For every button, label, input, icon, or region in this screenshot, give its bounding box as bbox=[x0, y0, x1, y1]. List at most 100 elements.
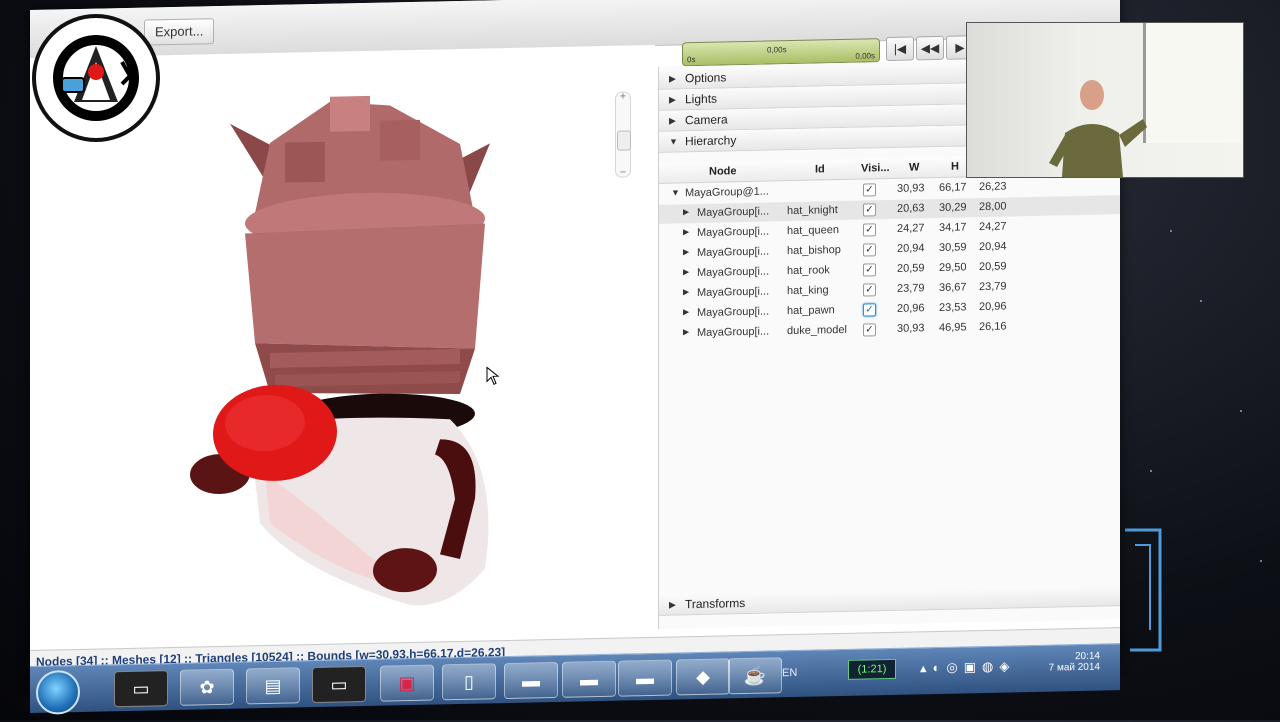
cell-node: MayaGroup[i... bbox=[697, 245, 770, 260]
screen-icon[interactable]: ▬ bbox=[504, 661, 558, 700]
cell-h: 23,53 bbox=[939, 301, 967, 314]
powerpoint-icon[interactable]: ▣ bbox=[380, 664, 434, 702]
start-button[interactable] bbox=[36, 669, 80, 715]
timeline-end: 0,00s bbox=[855, 51, 875, 61]
expand-right-icon: ▶ bbox=[669, 94, 676, 105]
cell-node: MayaGroup[i... bbox=[697, 265, 770, 280]
visible-checkbox[interactable]: ✓ bbox=[863, 303, 876, 317]
col-visible[interactable]: Visi... bbox=[861, 162, 890, 175]
cell-node: MayaGroup@1... bbox=[685, 185, 769, 200]
zoom-slider[interactable]: + − bbox=[615, 90, 631, 179]
presenter-figure bbox=[1049, 80, 1147, 177]
document-icon[interactable]: ▯ bbox=[442, 663, 496, 701]
cell-id: hat_king bbox=[787, 284, 829, 298]
cell-d: 26,16 bbox=[979, 320, 1007, 334]
expand-down-icon[interactable]: ▼ bbox=[671, 187, 680, 197]
col-w[interactable]: W bbox=[909, 161, 919, 173]
col-h[interactable]: H bbox=[951, 161, 959, 173]
visible-checkbox[interactable]: ✓ bbox=[863, 183, 876, 197]
expand-right-icon[interactable]: ▶ bbox=[683, 227, 689, 236]
section-options-label: Options bbox=[685, 70, 727, 86]
clock-date: 7 май 2014 bbox=[1048, 661, 1100, 674]
cell-id: duke_model bbox=[787, 323, 847, 338]
cell-h: 66,17 bbox=[939, 181, 967, 194]
mouse-cursor-icon bbox=[486, 366, 500, 385]
section-camera-label: Camera bbox=[685, 112, 728, 128]
visible-checkbox[interactable]: ✓ bbox=[863, 283, 876, 297]
zoom-thumb[interactable] bbox=[617, 130, 631, 151]
cell-d: 26,23 bbox=[979, 180, 1007, 194]
expand-right-icon[interactable]: ▶ bbox=[683, 207, 689, 216]
cmd-window-icon[interactable]: ▭ bbox=[114, 670, 168, 708]
presenter-video bbox=[966, 22, 1244, 178]
expand-down-icon: ▼ bbox=[669, 136, 678, 147]
cell-id: hat_rook bbox=[787, 264, 830, 278]
cell-w: 20,94 bbox=[897, 242, 925, 255]
expand-right-icon: ▶ bbox=[669, 599, 676, 610]
cell-node: MayaGroup[i... bbox=[697, 325, 770, 340]
expand-right-icon[interactable]: ▶ bbox=[683, 287, 689, 296]
cell-node: MayaGroup[i... bbox=[697, 285, 770, 300]
cell-w: 30,93 bbox=[897, 322, 925, 335]
visible-checkbox[interactable]: ✓ bbox=[863, 243, 876, 257]
section-hierarchy-label: Hierarchy bbox=[685, 133, 737, 149]
zoom-in-icon[interactable]: + bbox=[616, 90, 630, 103]
cell-node: MayaGroup[i... bbox=[697, 205, 770, 220]
cell-node: MayaGroup[i... bbox=[697, 305, 770, 320]
cell-d: 20,59 bbox=[979, 260, 1007, 274]
cell-d: 23,79 bbox=[979, 280, 1007, 294]
col-node[interactable]: Node bbox=[709, 165, 737, 178]
skip-start-icon[interactable]: |◀ bbox=[886, 36, 914, 62]
cell-w: 23,79 bbox=[897, 282, 925, 295]
java-icon[interactable]: ☕ bbox=[728, 657, 782, 695]
cell-d: 28,00 bbox=[979, 200, 1007, 214]
cell-h: 46,95 bbox=[939, 321, 967, 334]
cell-w: 30,93 bbox=[897, 182, 925, 195]
app-orange-icon[interactable]: ✿ bbox=[180, 668, 234, 706]
expand-right-icon[interactable]: ▶ bbox=[683, 267, 689, 276]
expand-right-icon: ▶ bbox=[669, 73, 676, 84]
cell-h: 36,67 bbox=[939, 281, 967, 294]
rewind-icon[interactable]: ◀◀ bbox=[916, 35, 944, 61]
expand-right-icon[interactable]: ▶ bbox=[683, 327, 689, 336]
timeline-start: 0s bbox=[687, 55, 696, 65]
nighthacker-logo bbox=[32, 14, 160, 142]
app-window: Export... 0s 0,00s 0,00s |◀ ◀◀ ▶ + − ▶ O… bbox=[30, 0, 1120, 687]
cell-h: 34,17 bbox=[939, 221, 967, 234]
taskbar-inner: ▭ ✿ ▤ ▭ ▣ ▯ ▬ ▬ ▬ ◆ ☕ EN (1:21) ▴◐◎▣◍◈ 2… bbox=[30, 643, 1120, 715]
expand-right-icon[interactable]: ▶ bbox=[683, 247, 689, 256]
cell-id: hat_knight bbox=[787, 204, 838, 218]
section-transforms-label: Transforms bbox=[685, 596, 746, 612]
tray-icons[interactable]: ▴◐◎▣◍◈ bbox=[920, 658, 1015, 676]
visible-checkbox[interactable]: ✓ bbox=[863, 203, 876, 217]
clock[interactable]: 20:14 7 май 2014 bbox=[1040, 651, 1100, 674]
circuit-decoration bbox=[1125, 528, 1162, 652]
screen-icon[interactable]: ▬ bbox=[618, 659, 672, 697]
zoom-out-icon[interactable]: − bbox=[616, 166, 630, 179]
cmd-window-icon[interactable]: ▭ bbox=[312, 665, 366, 704]
duke-mascot-icon bbox=[53, 35, 139, 121]
col-id[interactable]: Id bbox=[815, 163, 825, 175]
cell-h: 30,59 bbox=[939, 241, 967, 254]
section-lights-label: Lights bbox=[685, 91, 718, 107]
expand-right-icon[interactable]: ▶ bbox=[683, 307, 689, 316]
cell-w: 20,96 bbox=[897, 302, 925, 315]
cell-d: 20,96 bbox=[979, 300, 1007, 314]
explorer-icon[interactable]: ▤ bbox=[246, 667, 300, 705]
visible-checkbox[interactable]: ✓ bbox=[863, 323, 876, 337]
cell-d: 20,94 bbox=[979, 240, 1007, 254]
battery-indicator[interactable]: (1:21) bbox=[848, 658, 896, 680]
cell-id: hat_pawn bbox=[787, 304, 835, 318]
visible-checkbox[interactable]: ✓ bbox=[863, 263, 876, 277]
cell-w: 24,27 bbox=[897, 222, 925, 235]
cell-h: 29,50 bbox=[939, 261, 967, 274]
cell-w: 20,59 bbox=[897, 262, 925, 275]
cell-id: hat_queen bbox=[787, 224, 839, 238]
visible-checkbox[interactable]: ✓ bbox=[863, 223, 876, 237]
cell-id: hat_bishop bbox=[787, 244, 841, 258]
screen-icon[interactable]: ▬ bbox=[562, 660, 616, 698]
language-indicator[interactable]: EN bbox=[782, 667, 797, 679]
cube-icon[interactable]: ◆ bbox=[676, 658, 730, 696]
cell-d: 24,27 bbox=[979, 220, 1007, 234]
expand-right-icon: ▶ bbox=[669, 115, 676, 126]
